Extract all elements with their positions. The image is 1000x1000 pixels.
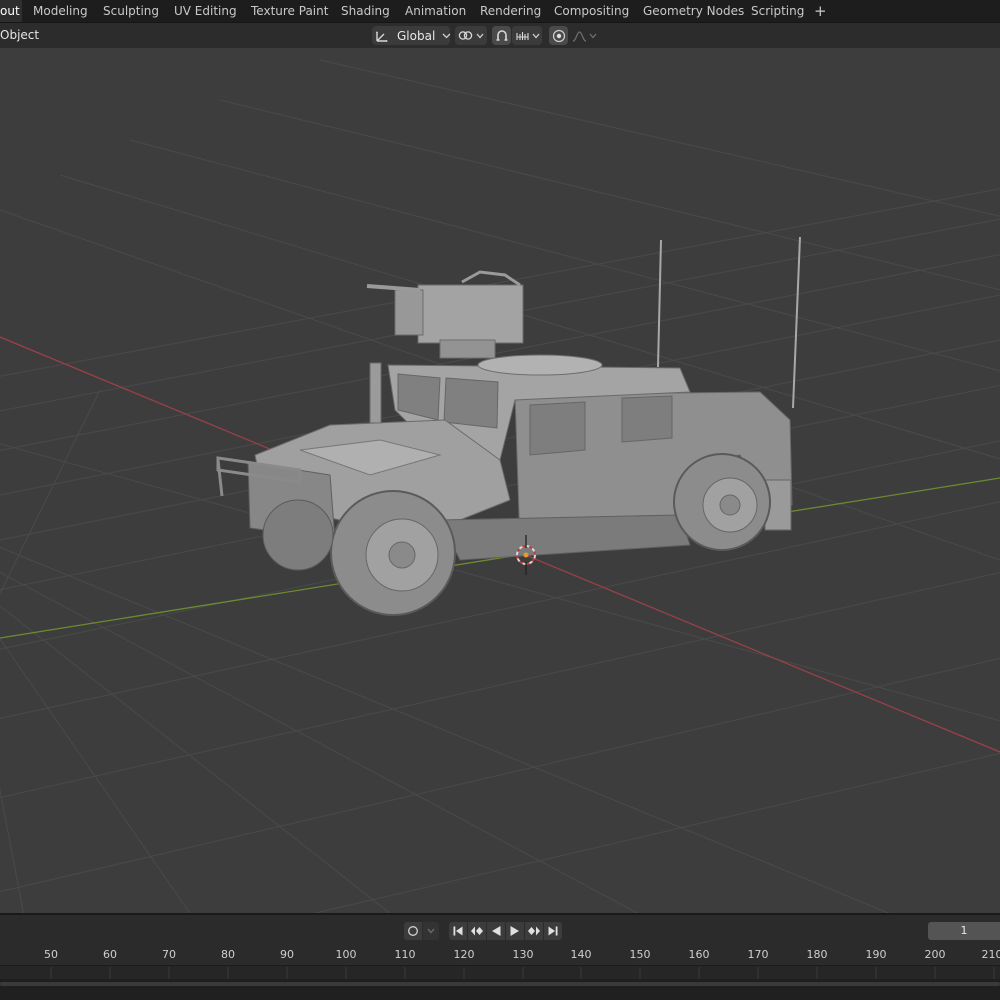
ruler-label: 190 (865, 948, 887, 961)
ruler-label: 50 (44, 948, 58, 961)
viewport-scene (0, 59, 1000, 913)
timeline-scrollbar[interactable] (0, 979, 1000, 989)
ruler-label: 60 (103, 948, 117, 961)
ruler-label: 130 (512, 948, 534, 961)
tab-scripting[interactable]: Scripting (751, 0, 804, 22)
ruler-label: 140 (570, 948, 592, 961)
snap-target-dropdown[interactable] (512, 26, 542, 45)
ruler-label: 210 (981, 948, 1000, 961)
previous-keyframe-button[interactable] (468, 922, 486, 940)
tab-shading[interactable]: Shading (341, 0, 390, 22)
chevron-down-icon (532, 33, 540, 39)
tab-uv-editing[interactable]: UV Editing (174, 0, 237, 22)
next-keyframe-button[interactable] (525, 922, 543, 940)
status-strip (0, 989, 1000, 1000)
tab-texture-paint[interactable]: Texture Paint (251, 0, 328, 22)
record-icon (407, 925, 419, 937)
ruler-label: 100 (335, 948, 357, 961)
ruler-label: 170 (747, 948, 769, 961)
play-reverse-button[interactable] (487, 922, 505, 940)
ruler-label: 110 (394, 948, 416, 961)
snap-toggle[interactable] (492, 26, 511, 45)
ruler-label: 80 (221, 948, 235, 961)
jump-start-icon (452, 925, 464, 937)
timeline-header: 1 (0, 913, 1000, 947)
auto-keying-button[interactable] (404, 922, 422, 940)
tab-animation[interactable]: Animation (405, 0, 466, 22)
ruler-label: 150 (629, 948, 651, 961)
tab-sculpting[interactable]: Sculpting (103, 0, 159, 22)
proportional-edit-icon (552, 29, 566, 43)
transform-orientation-icon (375, 29, 389, 43)
prev-keyframe-icon (470, 925, 484, 937)
play-icon (509, 925, 521, 937)
jump-to-end-button[interactable] (544, 922, 562, 940)
tab-geometry-nodes[interactable]: Geometry Nodes (643, 0, 744, 22)
ruler-label: 120 (453, 948, 475, 961)
ruler-label: 90 (280, 948, 294, 961)
chevron-down-icon (427, 928, 435, 934)
jump-to-start-button[interactable] (449, 922, 467, 940)
tab-layout[interactable]: out (0, 0, 22, 22)
falloff-icon (572, 30, 587, 42)
transform-orientation-value: Global (397, 28, 436, 43)
scrollbar-thumb[interactable] (0, 982, 1000, 986)
object-menu[interactable]: Object (0, 24, 39, 46)
next-keyframe-icon (527, 925, 541, 937)
timeline-ruler[interactable]: 50 60 70 80 90 100 110 120 130 140 150 1… (0, 945, 1000, 1000)
snap-target-icon (515, 30, 530, 42)
ruler-label: 180 (806, 948, 828, 961)
vehicle-model[interactable] (216, 236, 801, 616)
jump-end-icon (547, 925, 559, 937)
pivot-point-dropdown[interactable] (455, 26, 487, 45)
proportional-edit-toggle[interactable] (549, 26, 568, 45)
chevron-down-icon (476, 33, 484, 39)
pivot-icon (458, 29, 473, 42)
workspace-tab-bar: out Modeling Sculpting UV Editing Textur… (0, 0, 1000, 23)
ruler-label: 160 (688, 948, 710, 961)
transform-orientation-dropdown[interactable]: Global (372, 26, 451, 45)
viewport-header: Object Global (0, 23, 1000, 48)
tab-compositing[interactable]: Compositing (554, 0, 629, 22)
add-workspace-button[interactable]: + (814, 0, 827, 22)
tab-rendering[interactable]: Rendering (480, 0, 541, 22)
current-frame-field[interactable]: 1 (928, 922, 1000, 940)
keying-options-dropdown[interactable] (423, 922, 439, 940)
proportional-falloff-dropdown[interactable] (569, 26, 599, 45)
chevron-down-icon (589, 33, 597, 39)
ruler-label: 200 (924, 948, 946, 961)
snap-icon (495, 29, 509, 43)
tab-modeling[interactable]: Modeling (33, 0, 88, 22)
chevron-down-icon (442, 33, 451, 39)
ruler-label: 70 (162, 948, 176, 961)
3d-viewport[interactable] (0, 48, 1000, 913)
play-reverse-icon (490, 925, 502, 937)
play-button[interactable] (506, 922, 524, 940)
